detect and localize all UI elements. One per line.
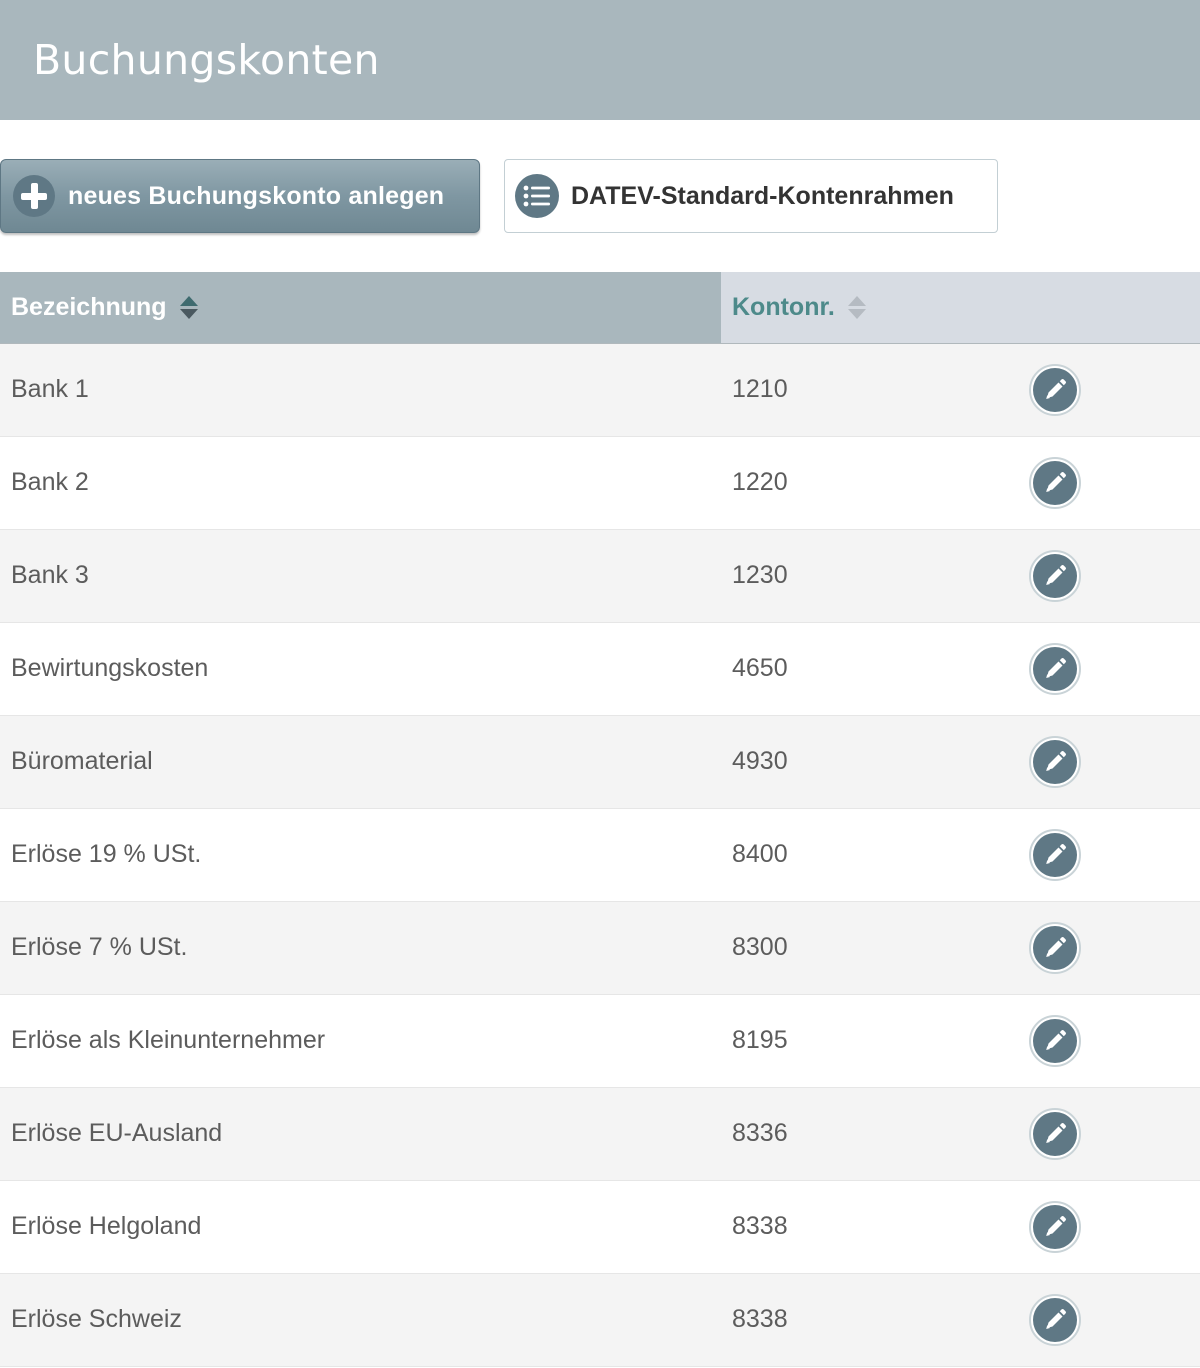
datev-chart-button-label: DATEV-Standard-Kontenrahmen [571, 181, 954, 210]
table-row: Erlöse als Kleinunternehmer 8195 [0, 994, 1200, 1088]
row-actions [1021, 1273, 1200, 1367]
account-name: Bewirtungskosten [0, 622, 721, 716]
table-row: Bewirtungskosten 4650 [0, 622, 1200, 716]
pencil-icon [1033, 460, 1077, 505]
edit-account-button[interactable] [1029, 1107, 1081, 1160]
account-number: 8300 [721, 901, 1021, 995]
pencil-icon [1033, 1018, 1077, 1063]
table-body: Bank 1 1210 Bank 2 1220 Bank 3 1230 Bewirtungs… [0, 343, 1200, 1367]
table-header-row: Bezeichnung Kontonr. [0, 272, 1200, 344]
edit-account-button[interactable] [1029, 735, 1081, 788]
account-name: Erlöse Helgoland [0, 1180, 721, 1274]
row-actions [1021, 343, 1200, 437]
column-header-name[interactable]: Bezeichnung [0, 272, 721, 344]
table-row: Bank 3 1230 [0, 529, 1200, 623]
account-number: 8338 [721, 1273, 1021, 1367]
pencil-icon [1033, 553, 1077, 598]
row-actions [1021, 901, 1200, 995]
table-row: Erlöse EU-Ausland 8336 [0, 1087, 1200, 1181]
sort-inactive-icon [847, 295, 866, 321]
account-name: Büromaterial [0, 715, 721, 809]
pencil-icon [1033, 1297, 1077, 1342]
pencil-icon [1033, 367, 1077, 412]
column-header-name-label: Bezeichnung [11, 292, 167, 321]
edit-account-button[interactable] [1029, 1200, 1081, 1253]
account-number: 1210 [721, 343, 1021, 437]
row-actions [1021, 715, 1200, 809]
row-actions [1021, 622, 1200, 716]
table-row: Büromaterial 4930 [0, 715, 1200, 809]
pencil-icon [1033, 1111, 1077, 1156]
datev-chart-button[interactable]: DATEV-Standard-Kontenrahmen [504, 159, 998, 233]
row-actions [1021, 529, 1200, 623]
edit-account-button[interactable] [1029, 921, 1081, 974]
table-row: Bank 2 1220 [0, 436, 1200, 530]
account-name: Erlöse als Kleinunternehmer [0, 994, 721, 1088]
account-name: Bank 3 [0, 529, 721, 623]
account-name: Erlöse 7 % USt. [0, 901, 721, 995]
table-row: Bank 1 1210 [0, 343, 1200, 437]
row-actions [1021, 436, 1200, 530]
row-actions [1021, 1180, 1200, 1274]
table-row: Erlöse Schweiz 8338 [0, 1273, 1200, 1367]
pencil-icon [1033, 646, 1077, 691]
table-row: Erlöse 7 % USt. 8300 [0, 901, 1200, 995]
edit-account-button[interactable] [1029, 828, 1081, 881]
edit-account-button[interactable] [1029, 363, 1081, 416]
account-number: 8400 [721, 808, 1021, 902]
new-account-button[interactable]: neues Buchungskonto anlegen [0, 159, 480, 233]
account-number: 4930 [721, 715, 1021, 809]
edit-account-button[interactable] [1029, 549, 1081, 602]
column-header-number[interactable]: Kontonr. [721, 272, 1200, 344]
sort-active-icon [179, 295, 198, 321]
plus-icon [13, 175, 55, 217]
row-actions [1021, 1087, 1200, 1181]
table-row: Erlöse Helgoland 8338 [0, 1180, 1200, 1274]
account-number: 8338 [721, 1180, 1021, 1274]
row-actions [1021, 808, 1200, 902]
account-name: Bank 2 [0, 436, 721, 530]
page-header: Buchungskonten [0, 0, 1200, 120]
account-name: Erlöse Schweiz [0, 1273, 721, 1367]
pencil-icon [1033, 1204, 1077, 1249]
edit-account-button[interactable] [1029, 1014, 1081, 1067]
edit-account-button[interactable] [1029, 642, 1081, 695]
pencil-icon [1033, 832, 1077, 877]
account-number: 1230 [721, 529, 1021, 623]
account-number: 8336 [721, 1087, 1021, 1181]
new-account-button-label: neues Buchungskonto anlegen [68, 181, 445, 210]
account-number: 4650 [721, 622, 1021, 716]
edit-account-button[interactable] [1029, 1293, 1081, 1346]
toolbar: neues Buchungskonto anlegen DATEV-Standa… [0, 120, 1200, 272]
account-name: Bank 1 [0, 343, 721, 437]
account-number: 1220 [721, 436, 1021, 530]
pencil-icon [1033, 739, 1077, 784]
account-name: Erlöse 19 % USt. [0, 808, 721, 902]
row-actions [1021, 994, 1200, 1088]
page-title: Buchungskonten [33, 36, 380, 84]
pencil-icon [1033, 925, 1077, 970]
column-header-number-label: Kontonr. [732, 292, 835, 321]
account-number: 8195 [721, 994, 1021, 1088]
list-icon [515, 174, 559, 218]
account-name: Erlöse EU-Ausland [0, 1087, 721, 1181]
table-row: Erlöse 19 % USt. 8400 [0, 808, 1200, 902]
accounts-table: Bezeichnung Kontonr. Bank 1 1210 Bank 2 122… [0, 272, 1200, 1367]
edit-account-button[interactable] [1029, 456, 1081, 509]
